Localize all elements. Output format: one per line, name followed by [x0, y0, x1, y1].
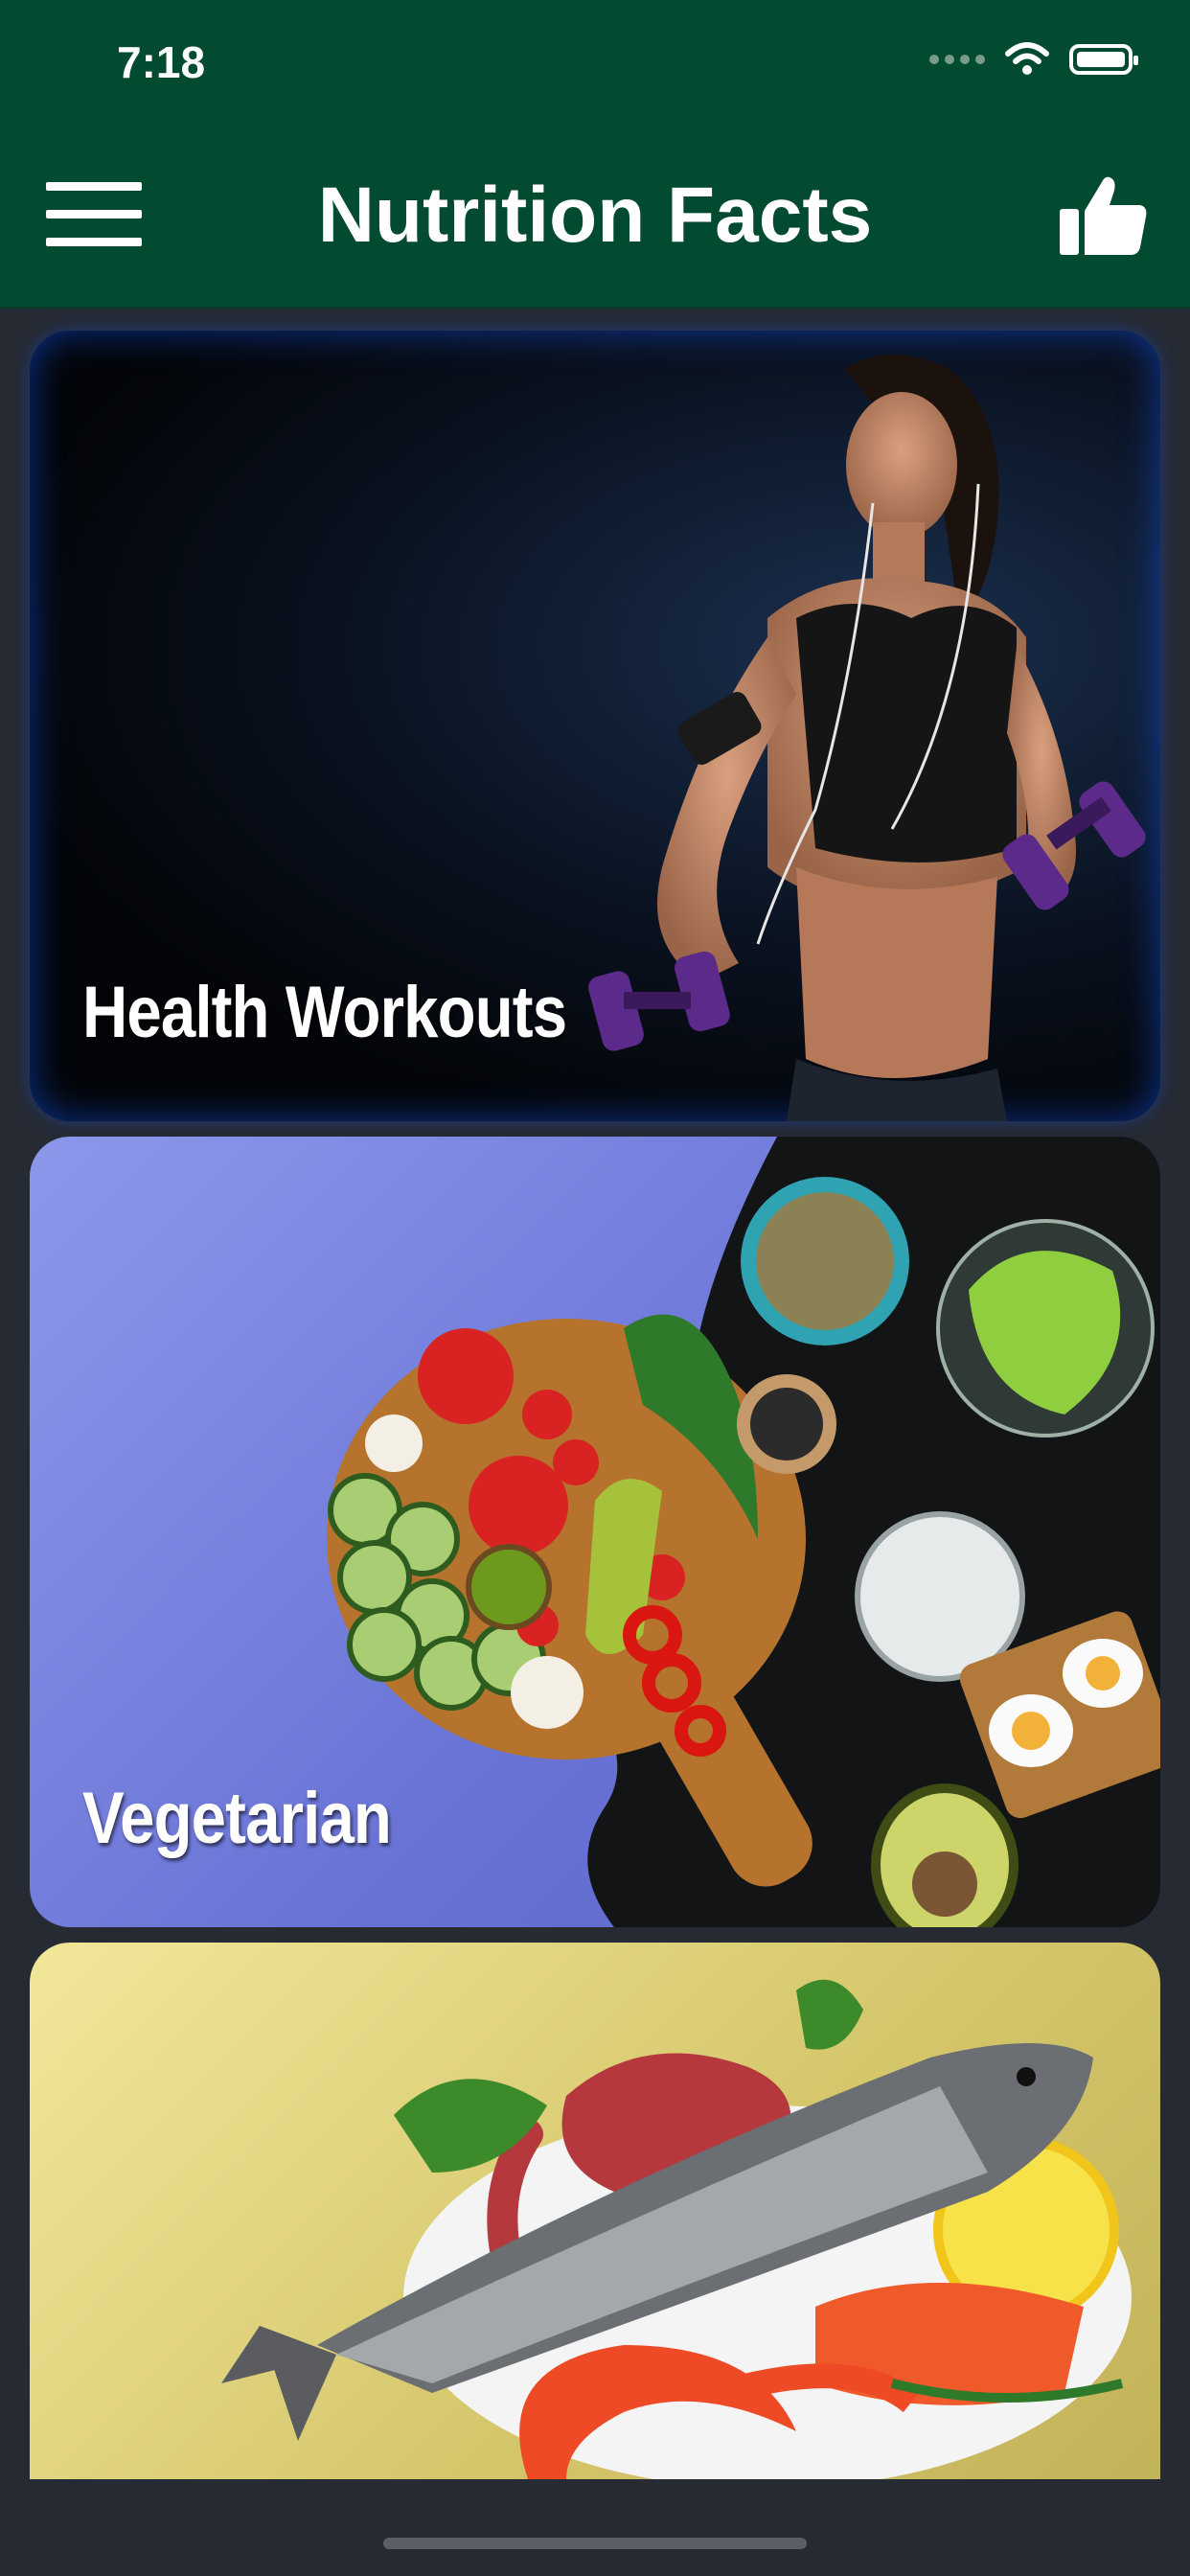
status-time: 7:18	[117, 37, 206, 87]
page-title: Nutrition Facts	[317, 172, 873, 259]
home-indicator[interactable]	[383, 2538, 807, 2549]
card-vegetarian[interactable]: Vegetarian	[30, 1137, 1160, 1927]
top-bar: 7:18 Nutrition Facts	[0, 0, 1190, 309]
battery-icon	[1069, 44, 1138, 75]
status-icons	[929, 42, 1138, 77]
card-label: Health Workouts	[82, 972, 567, 1053]
thumbs-up-icon[interactable]	[1056, 172, 1152, 259]
card-health-workouts[interactable]: Health Workouts	[30, 331, 1160, 1121]
seafood-illustration	[221, 1979, 1132, 2479]
cellular-signal-icon	[929, 55, 985, 64]
wifi-icon	[1005, 42, 1049, 75]
card-seafood[interactable]	[30, 1943, 1160, 2479]
card-label: Vegetarian	[82, 1778, 392, 1859]
